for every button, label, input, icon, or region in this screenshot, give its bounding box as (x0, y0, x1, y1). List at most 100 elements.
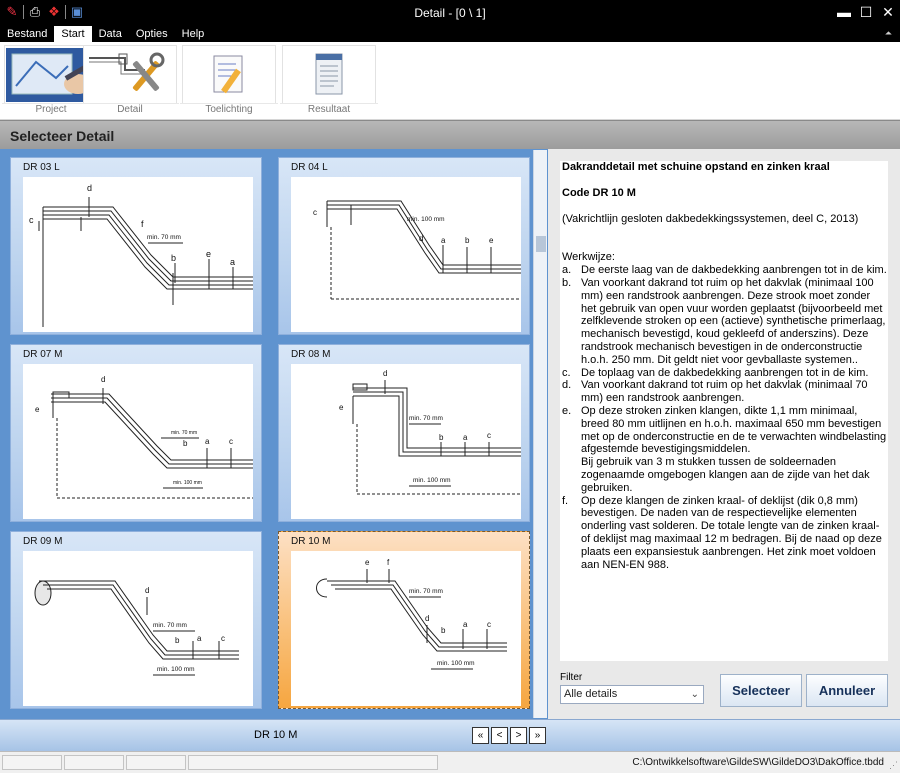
drawing-label: f (141, 219, 144, 229)
minimize-icon[interactable]: ▬ (836, 3, 852, 21)
drawing-label: min. 70 mm (147, 234, 181, 241)
drawing-label: b (439, 433, 444, 442)
current-detail-name: DR 10 M (254, 729, 298, 741)
menu-bar: Bestand Start Data Opties Help ⏶ (0, 26, 900, 42)
menu-start[interactable]: Start (54, 26, 92, 42)
tile-name: DR 04 L (291, 162, 328, 173)
detail-heading: Dakranddetail met schuine opstand en zin… (562, 161, 830, 173)
ribbon-collapse-icon[interactable]: ⏶ (885, 28, 892, 39)
drawing-label: c (313, 208, 317, 217)
drawing-label: d (101, 375, 105, 384)
drawing-label: b (175, 636, 180, 645)
detail-tile-dr08m[interactable]: DR 08 M e d min. 70 mm b a c min. 100 mm (278, 344, 530, 522)
drawing-label: a (463, 433, 468, 442)
select-button[interactable]: Selecteer (720, 674, 802, 707)
drawing-label: c (487, 431, 491, 440)
list-item: e. Op deze stroken zinken klangen, dikte … (562, 404, 887, 456)
maximize-icon[interactable]: ☐ (858, 3, 874, 21)
list-item: Bij gebruik van 3 m stukken tussen de so… (581, 456, 870, 494)
status-segment (188, 755, 438, 770)
detail-tile-dr09m[interactable]: DR 09 M d min. 70 mm b a c min. 100 mm (10, 531, 262, 709)
menu-help[interactable]: Help (175, 26, 212, 42)
drawing-label: c (221, 634, 225, 643)
last-page-button[interactable]: » (529, 727, 546, 744)
status-segment (126, 755, 186, 770)
ribbon-toelichting-button[interactable]: Toelichting (180, 45, 278, 117)
tile-name: DR 10 M (291, 536, 331, 547)
close-icon[interactable]: ✕ (880, 3, 896, 21)
next-page-button[interactable]: > (510, 727, 527, 744)
status-segment (2, 755, 62, 770)
detail-drawing: e d min. 70 mm b a c min. 100 mm (23, 364, 253, 519)
filter-label: Filter (560, 672, 583, 683)
status-file-path: C:\Ontwikkelsoftware\GildeSW\GildeDO3\Da… (632, 757, 884, 768)
svg-text:e d min. 7: e d min. 70 mm b a c min. 100 mm (339, 369, 493, 484)
detail-drawing: e d min. 70 mm b a c min. 100 mm (291, 364, 521, 519)
tile-name: DR 09 M (23, 536, 63, 547)
drawing-label: d (425, 614, 429, 623)
window-controls: ▬ ☐ ✕ (836, 3, 896, 21)
ribbon: Project Detail Toelichting Resultaat (0, 42, 900, 120)
first-page-button[interactable]: « (472, 727, 489, 744)
detail-tile-dr04l[interactable]: DR 04 L c min. 100 mm d a b e (278, 157, 530, 335)
drawing-label: a (230, 257, 235, 267)
tile-name: DR 03 L (23, 162, 60, 173)
window-title: Detail - [0 \ 1] (414, 6, 486, 20)
list-item: b. Van voorkant dakrand tot ruim op het d… (562, 276, 886, 366)
section-header: Selecteer Detail (0, 120, 900, 149)
detail-drawing: e f min. 70 mm d b a c min. 100 mm (291, 551, 521, 706)
detail-description-pane: Dakranddetail met schuine opstand en zin… (548, 149, 900, 719)
detail-tile-dr07m[interactable]: DR 07 M e d min. 70 mm b a c min. 100 mm (10, 344, 262, 522)
ribbon-resultaat-button[interactable]: Resultaat (280, 45, 378, 117)
drawing-label: min. 100 mm (413, 477, 451, 484)
notes-pencil-icon (182, 45, 276, 103)
drawing-label: c (487, 620, 491, 629)
scrollbar-thumb[interactable] (536, 236, 546, 252)
drawing-label: d (419, 234, 423, 243)
title-bar: ✎ ⎙ ❖ ▣ Detail - [0 \ 1] ▬ ☐ ✕ (0, 0, 900, 26)
drawing-label: min. 70 mm (153, 622, 187, 629)
menu-data[interactable]: Data (92, 26, 129, 42)
list-item: c. De toplaag van de dakbedekking aanbren… (562, 366, 869, 379)
navigation-bar: DR 10 M « < > » (0, 719, 900, 751)
filter-dropdown[interactable]: Alle details ⌄ (560, 685, 704, 704)
ribbon-resultaat-label: Resultaat (280, 103, 378, 117)
detail-drawing: c d f min. 70 mm b e a (23, 177, 253, 332)
drawing-label: min. 100 mm (407, 216, 445, 223)
drawing-label: a (197, 634, 202, 643)
drawing-label: c (29, 215, 34, 225)
drawing-label: a (205, 437, 210, 446)
drawing-label: a (463, 620, 468, 629)
drawing-label: d (87, 183, 92, 193)
drawing-label: min. 70 mm (409, 588, 443, 595)
tile-name: DR 07 M (23, 349, 63, 360)
drawing-label: min. 100 mm (157, 666, 195, 673)
ribbon-detail-button[interactable]: Detail (81, 45, 179, 117)
drawing-label: min. 100 mm (437, 660, 475, 667)
cancel-button[interactable]: Annuleer (806, 674, 888, 707)
drawing-label: e (365, 558, 370, 567)
drawing-label: e (489, 236, 494, 245)
previous-page-button[interactable]: < (491, 727, 508, 744)
drawing-label: e (35, 405, 40, 414)
detail-code: Code DR 10 M (562, 186, 636, 199)
drawing-label: min. 70 mm (171, 430, 197, 436)
gallery-scrollbar[interactable] (533, 150, 547, 718)
list-item: a. De eerste laag van de dakbedekking aan… (562, 264, 887, 277)
menu-opties[interactable]: Opties (129, 26, 175, 42)
resize-grip-icon[interactable]: ⋰ (889, 760, 898, 771)
menu-bestand[interactable]: Bestand (0, 26, 54, 42)
drawing-label: d (145, 586, 149, 595)
detail-drawing: d min. 70 mm b a c min. 100 mm (23, 551, 253, 706)
result-document-icon (282, 45, 376, 103)
description-text: Dakranddetail met schuine opstand en zin… (560, 161, 888, 661)
list-item: f. Op deze klangen de zinken kraal- of de… (562, 494, 882, 571)
steps-list: a. De eerste laag van de dakbedekking aan… (562, 264, 888, 571)
drawing-label: b (465, 236, 470, 245)
detail-drawing: c min. 100 mm d a b e (291, 177, 521, 332)
drawing-label: d (383, 369, 387, 378)
detail-tile-dr10m-selected[interactable]: DR 10 M e f min. 70 mm d b a c min. 100 … (278, 531, 530, 709)
detail-tile-dr03l[interactable]: DR 03 L c d f min. 70 mm b e a (10, 157, 262, 335)
drawing-label: e (206, 249, 211, 259)
drawing-label: b (441, 626, 446, 635)
